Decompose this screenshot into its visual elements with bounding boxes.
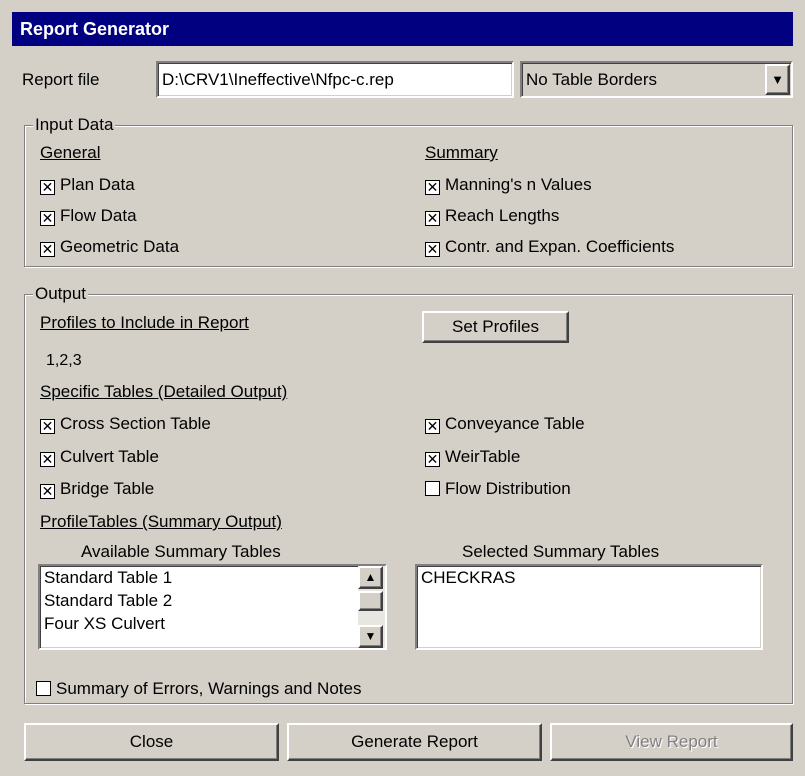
geometric-data-label: Geometric Data	[60, 237, 180, 256]
list-item[interactable]: CHECKRAS	[417, 566, 761, 589]
view-report-label: View Report	[625, 732, 718, 751]
scroll-thumb[interactable]	[358, 591, 383, 611]
set-profiles-label: Set Profiles	[452, 317, 539, 336]
window-title: Report Generator	[12, 12, 793, 46]
geometric-data-check: ✕	[40, 241, 55, 257]
cross-section-table-check: ✕	[40, 418, 55, 434]
available-tables-list[interactable]: Standard Table 1 Standard Table 2 Four X…	[38, 564, 387, 650]
general-heading: General	[40, 143, 101, 162]
report-file-label: Report file	[22, 70, 100, 89]
geometric-data-checkbox[interactable]: ✕ Geometric Data	[40, 236, 179, 258]
input-data-group-label: Input Data	[33, 115, 116, 134]
report-file-value: D:\CRV1\Ineffective\Nfpc-c.rep	[162, 70, 394, 89]
flow-data-label: Flow Data	[60, 206, 137, 225]
report-file-input[interactable]: D:\CRV1\Ineffective\Nfpc-c.rep	[156, 61, 514, 98]
bridge-table-check: ✕	[40, 483, 55, 499]
weir-table-checkbox[interactable]: ✕ WeirTable	[425, 446, 520, 468]
list-scrollbar[interactable]: ▲ ▼	[358, 566, 385, 648]
summary-heading: Summary	[425, 143, 498, 162]
contr-expan-checkbox[interactable]: ✕ Contr. and Expan. Coefficients	[425, 236, 674, 258]
dropdown-arrow-icon[interactable]: ▼	[765, 64, 790, 95]
bridge-table-checkbox[interactable]: ✕ Bridge Table	[40, 478, 154, 500]
plan-data-checkbox[interactable]: ✕ Plan Data	[40, 174, 135, 196]
profiles-value: 1,2,3	[46, 352, 82, 369]
set-profiles-button[interactable]: Set Profiles	[422, 311, 569, 343]
errors-summary-label: Summary of Errors, Warnings and Notes	[56, 679, 362, 698]
generate-report-button[interactable]: Generate Report	[287, 723, 542, 761]
profiles-heading: Profiles to Include in Report	[40, 313, 249, 332]
plan-data-label: Plan Data	[60, 175, 135, 194]
errors-summary-check	[36, 681, 51, 696]
profile-tables-heading: ProfileTables (Summary Output)	[40, 512, 282, 531]
plan-data-check: ✕	[40, 179, 55, 195]
conveyance-table-label: Conveyance Table	[445, 414, 585, 433]
close-button-label: Close	[129, 732, 174, 751]
specific-tables-heading: Specific Tables (Detailed Output)	[40, 382, 288, 401]
generate-report-label: Generate Report	[351, 732, 478, 751]
available-tables-heading: Available Summary Tables	[81, 542, 281, 561]
errors-summary-checkbox[interactable]: Summary of Errors, Warnings and Notes	[36, 678, 361, 700]
scroll-down-icon[interactable]: ▼	[358, 625, 383, 648]
cross-section-table-checkbox[interactable]: ✕ Cross Section Table	[40, 413, 211, 435]
list-item[interactable]: Standard Table 2	[40, 589, 385, 612]
reach-lengths-label: Reach Lengths	[445, 206, 560, 225]
conveyance-table-checkbox[interactable]: ✕ Conveyance Table	[425, 413, 585, 435]
culvert-table-label: Culvert Table	[60, 447, 159, 466]
mannings-n-checkbox[interactable]: ✕ Manning's n Values	[425, 174, 592, 196]
view-report-button[interactable]: View Report	[550, 723, 793, 761]
flow-data-checkbox[interactable]: ✕ Flow Data	[40, 205, 137, 227]
mannings-n-check: ✕	[425, 179, 440, 195]
scroll-up-icon[interactable]: ▲	[358, 566, 383, 589]
bridge-table-label: Bridge Table	[60, 479, 155, 498]
mannings-n-label: Manning's n Values	[445, 175, 592, 194]
culvert-table-checkbox[interactable]: ✕ Culvert Table	[40, 446, 159, 468]
conveyance-table-check: ✕	[425, 418, 440, 434]
selected-tables-list[interactable]: CHECKRAS	[415, 564, 763, 650]
output-group-label: Output	[33, 284, 89, 303]
weir-table-check: ✕	[425, 451, 440, 467]
flow-distribution-check	[425, 481, 440, 496]
reach-lengths-check: ✕	[425, 210, 440, 226]
table-borders-value: No Table Borders	[526, 70, 658, 89]
contr-expan-label: Contr. and Expan. Coefficients	[445, 237, 675, 256]
culvert-table-check: ✕	[40, 451, 55, 467]
cross-section-table-label: Cross Section Table	[60, 414, 211, 433]
flow-distribution-checkbox[interactable]: Flow Distribution	[425, 478, 571, 500]
weir-table-label: WeirTable	[445, 447, 521, 466]
table-borders-select[interactable]: No Table Borders ▼	[520, 61, 793, 98]
contr-expan-check: ✕	[425, 241, 440, 257]
selected-tables-heading: Selected Summary Tables	[462, 542, 660, 561]
flow-distribution-label: Flow Distribution	[445, 479, 571, 498]
list-item[interactable]: Standard Table 1	[40, 566, 385, 589]
flow-data-check: ✕	[40, 210, 55, 226]
reach-lengths-checkbox[interactable]: ✕ Reach Lengths	[425, 205, 559, 227]
close-button[interactable]: Close	[24, 723, 279, 761]
report-generator-window: Report Generator Report file D:\CRV1\Ine…	[0, 0, 805, 776]
list-item[interactable]: Four XS Culvert	[40, 612, 385, 635]
